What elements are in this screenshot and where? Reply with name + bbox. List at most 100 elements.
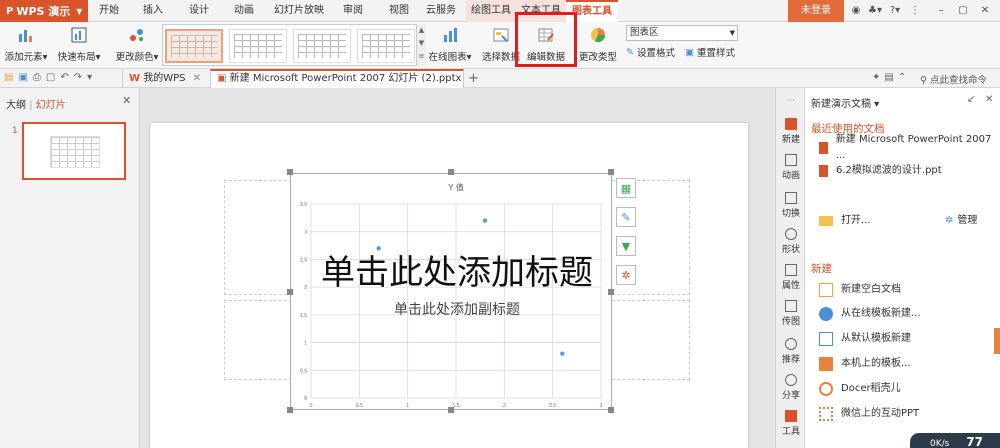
undo-icon[interactable]: ↶ (60, 72, 73, 83)
resize-handle[interactable] (608, 169, 614, 175)
tab-slides[interactable]: 幻灯片 (36, 100, 66, 111)
tab-review[interactable]: 审阅 (338, 0, 368, 22)
help-icon[interactable]: ?▾ (886, 4, 904, 18)
side-animation[interactable]: 动画 (776, 154, 806, 181)
shirt-icon[interactable]: ♣▾ (866, 4, 884, 18)
side-share[interactable]: 分享 (776, 374, 806, 401)
task-pane-header[interactable]: 新建演示文稿 ▾ (811, 95, 879, 110)
resize-handle[interactable] (287, 169, 293, 175)
chart-style-button[interactable]: ✎ (616, 207, 636, 227)
change-type-button[interactable]: 更改类型 (578, 24, 618, 63)
new-blank[interactable]: 新建空白文档 (819, 282, 901, 298)
quick-layout-button[interactable]: 快速布局▾ (54, 24, 104, 63)
chevron-up-icon[interactable]: ⌃ (898, 72, 910, 83)
wechat-ppt[interactable]: 微信上的互动PPT (819, 406, 919, 422)
side-new[interactable]: 新建 (776, 118, 806, 145)
command-search[interactable]: ⚲ 点此查找命令 (920, 72, 987, 86)
slide-subtitle[interactable]: 单击此处添加副标题 (224, 299, 690, 319)
preview-icon[interactable]: ▢ (46, 72, 60, 83)
add-element-button[interactable]: 添加元素▾ (4, 24, 48, 63)
pane-collapse-tab[interactable] (994, 328, 1000, 354)
chart-style-4[interactable] (357, 29, 415, 63)
blank-doc-icon (819, 283, 833, 297)
reset-style-label: 重置样式 (696, 48, 735, 59)
tab-design[interactable]: 设计 (184, 0, 214, 22)
redo-icon[interactable]: ↷ (74, 72, 87, 83)
chart-style-gallery[interactable] (162, 24, 424, 66)
skin-icon[interactable]: ◉ (850, 4, 862, 18)
resize-handle[interactable] (287, 407, 293, 413)
new-from-default-template[interactable]: 从默认模板新建 (819, 331, 911, 347)
gallery-scroll[interactable]: ▲ ▼ ≡ (416, 24, 426, 66)
tab-current-document[interactable]: ▣ 新建 Microsoft PowerPoint 2007 幻灯片 (2).p… (210, 69, 464, 100)
chart-element-select[interactable]: 图表区 ▼ (626, 25, 738, 41)
tab-slideshow[interactable]: 幻灯片放映 (271, 0, 327, 22)
new-tab-button[interactable]: + (468, 69, 479, 88)
tab-drawing-tools[interactable]: 绘图工具 (466, 0, 516, 22)
chart-filter-button[interactable]: ▼ (616, 236, 636, 256)
local-templates[interactable]: 本机上的模板... (819, 356, 911, 372)
side-shapes[interactable]: 形状 (776, 228, 806, 255)
set-format-button[interactable]: ✎ 设置格式 (626, 45, 675, 60)
close-icon[interactable]: ✕ (193, 73, 201, 84)
restore-icon[interactable]: ▢ (956, 4, 970, 18)
open-button[interactable]: 打开... (819, 213, 871, 229)
tab-insert[interactable]: 插入 (138, 0, 168, 22)
recent-file-2[interactable]: 6.2模拟滤波的设计.ppt (819, 163, 942, 179)
network-speed-widget[interactable]: 0K/s 77 (910, 433, 1000, 448)
slide-canvas[interactable]: Y 值 0 0.5 1 1.5 2 2.5 3 3.5 0 0.5 1 1.5 2 2.5 3 单击此处添加标… (150, 123, 748, 448)
docer-icon (819, 382, 833, 396)
change-color-button[interactable]: 更改颜色▾ (112, 24, 162, 63)
doc-icon[interactable]: ▤ (884, 72, 897, 83)
pointer-icon[interactable]: ✦ (872, 72, 884, 83)
side-upload-image[interactable]: 传图 (776, 300, 806, 327)
new-from-online-template[interactable]: 从在线模板新建... (819, 306, 921, 322)
chart-style-3[interactable] (293, 29, 351, 63)
chart-quick-buttons: ▦ ✎ ▼ ✲ (616, 178, 638, 288)
app-menu-button[interactable]: P WPS 演示 ▼ (0, 0, 88, 22)
tab-start[interactable]: 开始 (92, 0, 126, 22)
counter-value: 77 (966, 435, 983, 448)
minimize-icon[interactable]: – (934, 4, 948, 18)
save-icon[interactable]: ▣ (18, 72, 32, 83)
online-chart-button[interactable]: 在线图表▾ (428, 24, 472, 63)
side-transition[interactable]: 切换 (776, 192, 806, 219)
tab-outline[interactable]: 大纲 (6, 100, 26, 111)
side-tools[interactable]: 工具 (776, 410, 806, 437)
default-template-icon (819, 332, 833, 346)
recent-file-1[interactable]: 新建 Microsoft PowerPoint 2007 ... (819, 134, 1000, 161)
chart-style-1[interactable] (165, 29, 223, 63)
quick-access-icons[interactable]: ▤▣⎙▢↶↷▾ (4, 72, 97, 83)
side-properties[interactable]: 属性 (776, 264, 806, 291)
extra-tools[interactable]: ✦▤⌃ (872, 72, 910, 83)
tab-view[interactable]: 视图 (384, 0, 414, 22)
collapse-icon[interactable]: ↙ (967, 94, 975, 105)
manage-button[interactable]: ✲ 管理 (945, 213, 977, 229)
more-icon[interactable]: ▾ (87, 72, 97, 83)
resize-handle[interactable] (448, 169, 454, 175)
tab-animation[interactable]: 动画 (229, 0, 259, 22)
side-recommend[interactable]: 推荐 (776, 338, 806, 365)
slide-thumbnail[interactable] (22, 122, 126, 180)
chart-elements-button[interactable]: ▦ (616, 178, 636, 198)
docer[interactable]: Docer稻壳儿 (819, 381, 901, 397)
login-button[interactable]: 未登录 (788, 0, 844, 22)
resize-handle[interactable] (448, 407, 454, 413)
close-icon[interactable]: ✕ (985, 94, 993, 105)
settings-icon[interactable]: ⋮ (908, 4, 922, 18)
side-new-label: 新建 (781, 135, 800, 145)
close-panel-icon[interactable]: ✕ (122, 94, 131, 107)
thumbnail-chart (50, 136, 100, 168)
resize-handle[interactable] (608, 407, 614, 413)
x-tick-label: 2 (503, 403, 506, 409)
chart-settings-button[interactable]: ✲ (616, 265, 636, 285)
chart-style-2[interactable] (229, 29, 287, 63)
tab-my-wps[interactable]: W 我的WPS ✕ (122, 69, 208, 88)
print-icon[interactable]: ⎙ (33, 72, 46, 83)
open-folder-icon[interactable]: ▤ (4, 72, 18, 83)
reset-style-button[interactable]: ▣ 重置样式 (685, 45, 735, 60)
tab-cloud[interactable]: 云服务 (424, 0, 458, 22)
close-icon[interactable]: ✕ (978, 4, 992, 18)
more-icon[interactable]: ··· (776, 96, 806, 106)
brush-icon: ✎ (621, 210, 631, 224)
